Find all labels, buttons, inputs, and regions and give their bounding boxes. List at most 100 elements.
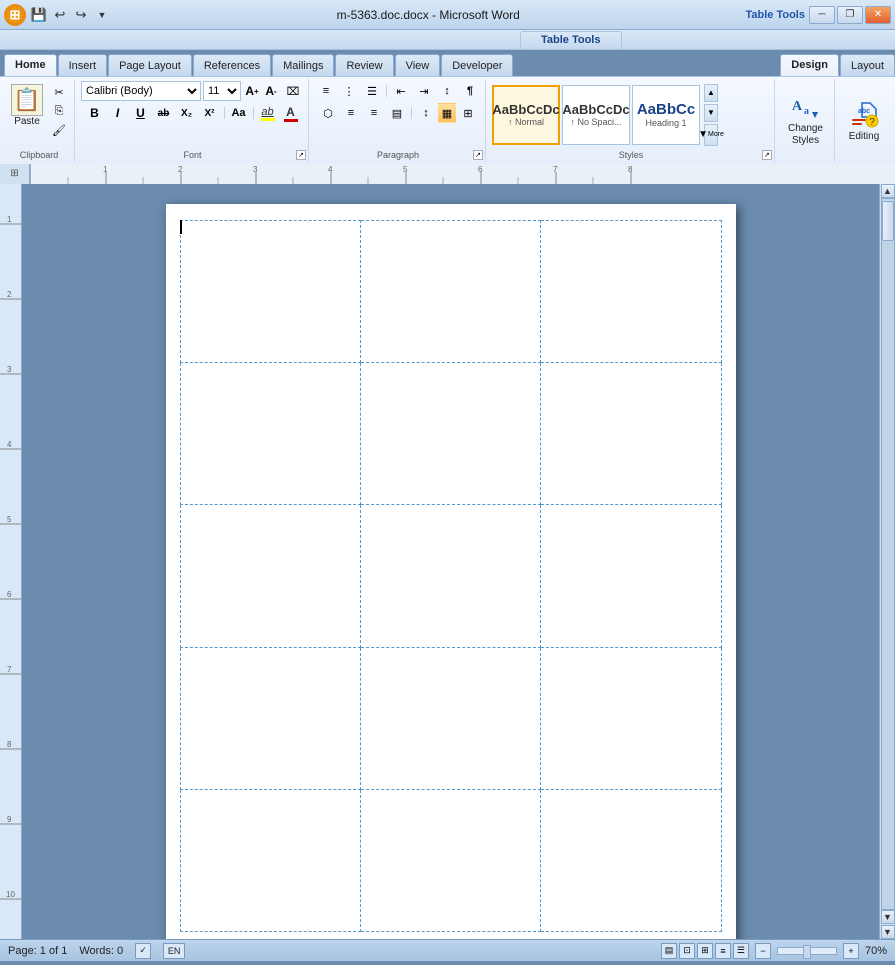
line-spacing-btn[interactable]: ↕ <box>415 103 437 123</box>
restore-btn[interactable]: ❐ <box>837 6 863 24</box>
decrease-font-btn[interactable]: A- <box>262 82 280 100</box>
document-table[interactable] <box>180 220 722 932</box>
minimize-btn[interactable]: ─ <box>809 6 835 24</box>
customize-quick-btn[interactable]: ▼ <box>93 6 111 24</box>
font-group-expand[interactable]: ↗ <box>296 150 306 160</box>
subscript-btn[interactable]: X₂ <box>176 103 198 123</box>
full-screen-btn[interactable]: ⊡ <box>679 943 695 959</box>
highlight-color-btn[interactable]: ab <box>257 103 279 123</box>
table-cell[interactable] <box>180 221 360 363</box>
tab-mailings[interactable]: Mailings <box>272 54 334 76</box>
close-btn[interactable]: ✕ <box>865 6 891 24</box>
increase-indent-btn[interactable]: ⇥ <box>413 81 435 101</box>
font-size-selector[interactable]: 11 <box>203 81 241 101</box>
table-cell[interactable] <box>180 505 360 647</box>
tab-review[interactable]: Review <box>335 54 393 76</box>
styles-scroll-down-btn[interactable]: ▼ <box>704 104 718 122</box>
table-cell[interactable] <box>360 505 540 647</box>
style-normal[interactable]: AaBbCcDc ↑ Normal <box>492 85 560 145</box>
table-cell[interactable] <box>541 647 721 789</box>
underline-btn[interactable]: U <box>130 103 152 123</box>
paste-button[interactable]: 📋 Paste <box>8 81 46 130</box>
office-logo-icon[interactable]: ⊞ <box>4 4 26 26</box>
tab-view[interactable]: View <box>395 54 441 76</box>
draft-btn[interactable]: ☰ <box>733 943 749 959</box>
table-cell[interactable] <box>541 505 721 647</box>
editing-icon: abc ? <box>848 99 880 131</box>
editing-btn[interactable]: abc ? Editing <box>843 94 885 147</box>
copy-btn[interactable]: ⎘ <box>48 102 70 120</box>
decrease-indent-btn[interactable]: ⇤ <box>390 81 412 101</box>
cut-btn[interactable]: ✂ <box>48 83 70 101</box>
clear-formatting-btn[interactable]: ⌧ <box>282 82 304 100</box>
outline-btn[interactable]: ≡ <box>715 943 731 959</box>
editing-group: abc ? Editing <box>837 79 891 162</box>
save-quick-btn[interactable]: 💾 <box>30 6 48 24</box>
italic-btn[interactable]: I <box>107 103 129 123</box>
scroll-down-btn[interactable]: ▼ <box>881 910 895 924</box>
tab-page-layout[interactable]: Page Layout <box>108 54 192 76</box>
style-heading1[interactable]: AaBbCc Heading 1 <box>632 85 700 145</box>
paragraph-group-expand[interactable]: ↗ <box>473 150 483 160</box>
style-no-spacing[interactable]: AaBbCcDc ↑ No Spaci... <box>562 85 630 145</box>
table-cell[interactable] <box>360 363 540 505</box>
web-layout-btn[interactable]: ⊞ <box>697 943 713 959</box>
justify-btn[interactable]: ▤ <box>386 103 408 123</box>
table-cell[interactable] <box>360 647 540 789</box>
tab-developer[interactable]: Developer <box>441 54 513 76</box>
tab-home[interactable]: Home <box>4 54 57 76</box>
table-cell[interactable] <box>541 221 721 363</box>
font-color-btn[interactable]: A <box>280 103 302 123</box>
zoom-slider[interactable] <box>777 947 837 955</box>
align-center-btn[interactable]: ≡ <box>340 103 362 123</box>
table-cell[interactable] <box>360 789 540 931</box>
increase-font-btn[interactable]: A+ <box>243 82 261 100</box>
table-cell[interactable] <box>180 363 360 505</box>
numbered-btn[interactable]: ⋮ <box>338 81 360 101</box>
table-cell[interactable] <box>180 647 360 789</box>
tab-layout[interactable]: Layout <box>840 54 895 76</box>
shading-btn[interactable]: ▦ <box>438 103 456 123</box>
styles-group-expand[interactable]: ↗ <box>762 150 772 160</box>
align-left-btn[interactable]: ⬡ <box>317 103 339 123</box>
undo-quick-btn[interactable]: ↩ <box>51 6 69 24</box>
svg-text:4: 4 <box>7 440 12 449</box>
scroll-track[interactable] <box>881 198 895 910</box>
table-cell[interactable] <box>541 363 721 505</box>
print-layout-btn[interactable]: ▤ <box>661 943 677 959</box>
document-area[interactable] <box>22 184 879 939</box>
align-right-btn[interactable]: ≡ <box>363 103 385 123</box>
zoom-out-btn[interactable]: − <box>755 943 771 959</box>
scroll-thumb[interactable] <box>882 201 894 241</box>
scroll-up-btn[interactable]: ▲ <box>881 184 895 198</box>
scroll-end-btn[interactable]: ▼ <box>881 925 895 939</box>
sort-btn[interactable]: ↕ <box>436 81 458 101</box>
tab-design[interactable]: Design <box>780 54 839 76</box>
tab-insert[interactable]: Insert <box>58 54 108 76</box>
redo-quick-btn[interactable]: ↪ <box>72 6 90 24</box>
ruler-corner[interactable]: ⊞ <box>0 164 30 184</box>
table-cell[interactable] <box>360 221 540 363</box>
bullets-btn[interactable]: ≡ <box>315 81 337 101</box>
bold-btn[interactable]: B <box>84 103 106 123</box>
spelling-icon[interactable]: ✓ <box>135 943 151 959</box>
superscript-btn[interactable]: X² <box>199 103 221 123</box>
multilevel-btn[interactable]: ☰ <box>361 81 383 101</box>
title-bar-left: ⊞ 💾 ↩ ↪ ▼ <box>4 4 111 26</box>
tab-references[interactable]: References <box>193 54 271 76</box>
borders-btn[interactable]: ⊞ <box>457 103 479 123</box>
table-cell[interactable] <box>180 789 360 931</box>
change-styles-btn[interactable]: A a ChangeStyles <box>783 86 828 152</box>
zoom-in-btn[interactable]: + <box>843 943 859 959</box>
styles-more-btn[interactable]: ▼More <box>704 124 718 146</box>
table-cell[interactable] <box>541 789 721 931</box>
svg-text:5: 5 <box>7 515 12 524</box>
document-page[interactable] <box>166 204 736 939</box>
language-icon[interactable]: EN <box>163 943 185 959</box>
strikethrough-btn[interactable]: ab <box>153 103 175 123</box>
format-painter-btn[interactable]: 🖌 <box>48 121 70 139</box>
font-family-selector[interactable]: Calibri (Body) <box>81 81 201 101</box>
show-hide-btn[interactable]: ¶ <box>459 81 481 101</box>
styles-scroll-up-btn[interactable]: ▲ <box>704 84 718 102</box>
change-case-btn[interactable]: Aa <box>228 103 250 123</box>
